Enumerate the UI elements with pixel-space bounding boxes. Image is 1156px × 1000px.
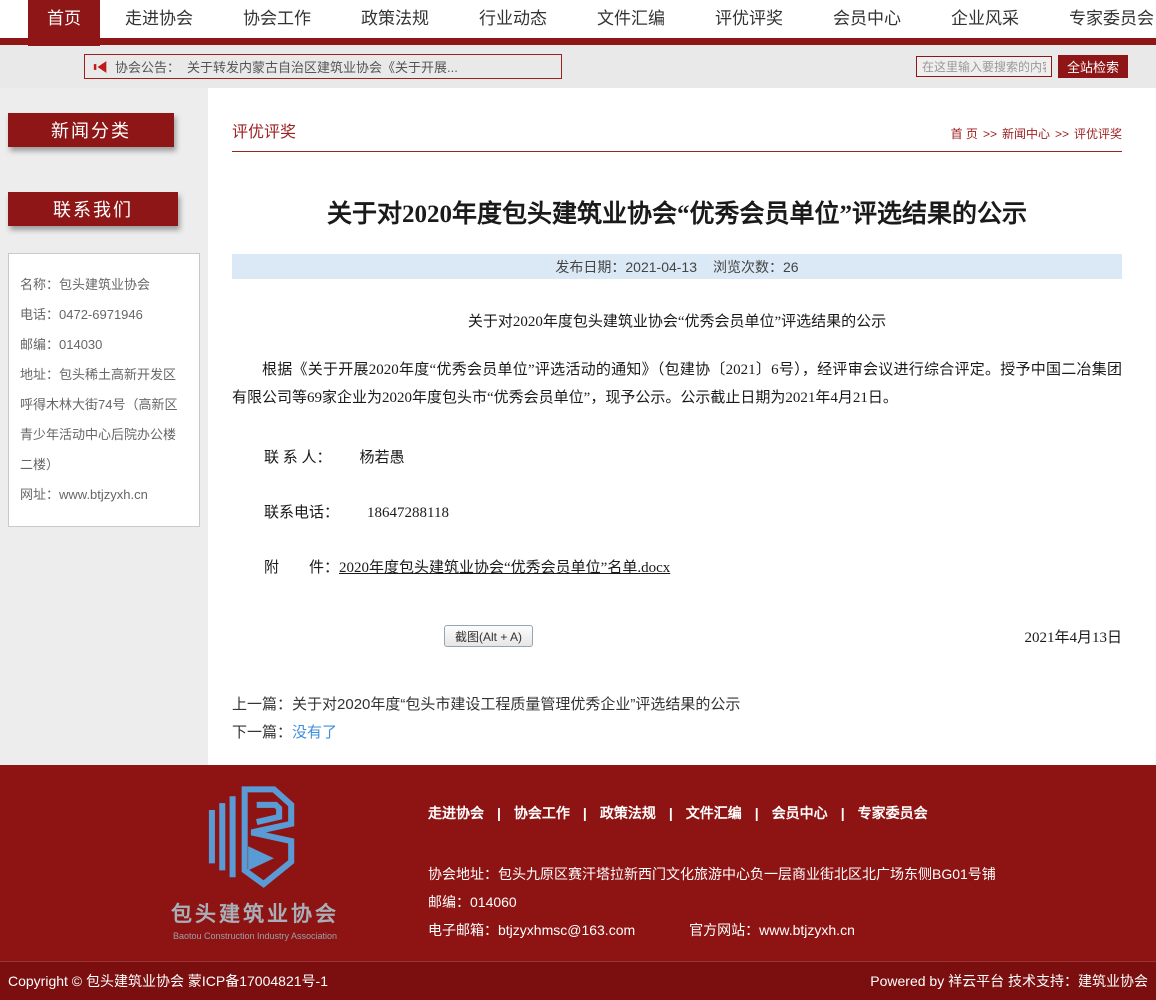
contact-person-name: 杨若愚 [360,450,405,466]
nav-item-industry-news[interactable]: 行业动态 [454,0,572,38]
powered-by-text: Powered by 祥云平台 技术支持：建筑业协会 [870,971,1148,991]
footer-link-policies[interactable]: 政策法规 [600,803,656,823]
footer-email[interactable]: btjzyxhmsc@163.com [498,922,635,938]
announcement-bar: 协会公告： 关于转发内蒙古自治区建筑业协会《关于开展... 全站检索 [0,45,1156,88]
nav-item-about-association[interactable]: 走进协会 [100,0,218,38]
copyright-bar: Copyright © 包头建筑业协会 蒙ICP备17004821号-1 Pow… [0,961,1156,1000]
site-search-button[interactable]: 全站检索 [1058,55,1128,78]
section-title: 评优评奖 [232,118,296,142]
association-logo-icon [199,779,311,896]
nav-red-strip [0,38,1156,45]
prev-article-link[interactable]: 关于对2020年度“包头市建设工程质量管理优秀企业”评选结果的公示 [292,696,740,713]
search-area: 全站检索 [916,55,1128,78]
footer-logo-subtitle: Baotou Construction Industry Association [140,931,370,941]
next-article-line: 下一篇：没有了 [232,719,1122,747]
nav-item-awards[interactable]: 评优评奖 [690,0,808,38]
footer-link-separator: | [669,805,673,821]
breadcrumb-news-center[interactable]: 新闻中心 [1002,125,1050,142]
sidebar: 新闻分类 联系我们 名称：包头建筑业协会 电话：0472-6971946 邮编：… [0,88,208,765]
nav-item-document-compilation[interactable]: 文件汇编 [572,0,690,38]
contact-phone-line: 联系电话： 18647288118 [232,501,1122,522]
announcement-box[interactable]: 协会公告： 关于转发内蒙古自治区建筑业协会《关于开展... [84,54,562,79]
announcement-text[interactable]: 关于转发内蒙古自治区建筑业协会《关于开展... [187,57,458,76]
prev-article-line: 上一篇：关于对2020年度“包头市建设工程质量管理优秀企业”评选结果的公示 [232,691,1122,719]
next-article-label: 下一篇： [232,724,292,741]
contact-info-address: 地址：包头稀土高新开发区呼得木林大街74号（高新区青少年活动中心后院办公楼二楼） [20,360,188,480]
contact-phone-label: 联系电话： [264,505,339,521]
footer-website[interactable]: www.btjzyxh.cn [759,922,855,938]
footer-link-association-work[interactable]: 协会工作 [514,803,570,823]
sidebar-news-category-header[interactable]: 新闻分类 [8,113,174,147]
top-navigation: 首页 走进协会 协会工作 政策法规 行业动态 文件汇编 评优评奖 会员中心 企业… [0,0,1156,38]
footer-link-expert-committee[interactable]: 专家委员会 [858,803,928,823]
attachment-line: 附 件：2020年度包头建筑业协会“优秀会员单位”名单.docx [232,556,1122,577]
prev-article-label: 上一篇： [232,696,292,713]
speaker-icon [93,60,108,74]
footer-logo-block: 包头建筑业协会 Baotou Construction Industry Ass… [140,779,370,943]
contact-info-postcode: 邮编：014030 [20,330,188,360]
breadcrumb-home[interactable]: 首 页 [951,125,978,142]
nav-item-member-center[interactable]: 会员中心 [808,0,926,38]
section-header: 评优评奖 首 页 >> 新闻中心 >> 评优评奖 [232,118,1122,152]
article-paragraph: 根据《关于开展2020年度“优秀会员单位”评选活动的通知》（包建协〔2021〕6… [232,356,1122,412]
sidebar-contact-us-header[interactable]: 联系我们 [8,192,178,226]
article-body: 关于对2020年度包头建筑业协会“优秀会员单位”评选结果的公示 根据《关于开展2… [232,310,1122,765]
article-title: 关于对2020年度包头建筑业协会“优秀会员单位”评选结果的公示 [232,194,1122,230]
footer-address: 协会地址：包头九原区赛汗塔拉新西门文化旅游中心负一层商业街北区北广场东侧BG01… [428,861,996,887]
footer-link-separator: | [755,805,759,821]
contact-person-label: 联 系 人： [264,450,332,466]
contact-phone-number: 18647288118 [367,505,449,521]
contact-info-phone: 电话：0472-6971946 [20,300,188,330]
view-count: 浏览次数：26 [713,257,799,277]
nav-item-expert-committee[interactable]: 专家委员会 [1044,0,1156,38]
main-layout: 新闻分类 联系我们 名称：包头建筑业协会 电话：0472-6971946 邮编：… [0,88,1156,765]
footer-link-about-association[interactable]: 走进协会 [428,803,484,823]
attachment-label: 附 件： [264,560,339,576]
footer-website-label: 官方网站： [689,922,759,938]
screenshot-row: 截图(Alt + A) 2021年4月13日 [232,625,1122,647]
publish-date: 发布日期：2021-04-13 [555,257,697,277]
contact-info-name: 名称：包头建筑业协会 [20,270,188,300]
footer-email-line: 电子邮箱：btjzyxhmsc@163.com 官方网站：www.btjzyxh.… [428,917,996,943]
search-input[interactable] [916,56,1052,77]
breadcrumb: 首 页 >> 新闻中心 >> 评优评奖 [951,125,1122,142]
contact-person-line: 联 系 人： 杨若愚 [232,446,1122,467]
nav-item-enterprise-showcase[interactable]: 企业风采 [926,0,1044,38]
prev-next-navigation: 上一篇：关于对2020年度“包头市建设工程质量管理优秀企业”评选结果的公示 下一… [232,691,1122,765]
article-subtitle: 关于对2020年度包头建筑业协会“优秀会员单位”评选结果的公示 [232,310,1122,331]
screenshot-button[interactable]: 截图(Alt + A) [444,625,533,647]
footer-link-document-compilation[interactable]: 文件汇编 [686,803,742,823]
breadcrumb-awards[interactable]: 评优评奖 [1074,125,1122,142]
content-area: 评优评奖 首 页 >> 新闻中心 >> 评优评奖 关于对2020年度包头建筑业协… [208,88,1156,765]
nav-item-policies[interactable]: 政策法规 [336,0,454,38]
footer: 包头建筑业协会 Baotou Construction Industry Ass… [0,765,1156,961]
footer-postcode: 邮编：014060 [428,889,996,915]
footer-link-separator: | [497,805,501,821]
nav-item-home[interactable]: 首页 [28,0,100,46]
breadcrumb-separator: >> [983,127,997,141]
article-sign-date: 2021年4月13日 [1024,626,1122,647]
copyright-text: Copyright © 包头建筑业协会 蒙ICP备17004821号-1 [8,971,328,991]
article-meta-bar: 发布日期：2021-04-13 浏览次数：26 [232,254,1122,279]
footer-info: 走进协会 | 协会工作 | 政策法规 | 文件汇编 | 会员中心 | 专家委员会… [428,779,996,943]
footer-links: 走进协会 | 协会工作 | 政策法规 | 文件汇编 | 会员中心 | 专家委员会 [428,803,996,823]
announcement-label: 协会公告： [115,57,180,76]
footer-link-member-center[interactable]: 会员中心 [772,803,828,823]
footer-email-label: 电子邮箱： [428,922,498,938]
attachment-link[interactable]: 2020年度包头建筑业协会“优秀会员单位”名单.docx [339,560,670,576]
contact-info-website: 网址：www.btjzyxh.cn [20,480,188,510]
footer-link-separator: | [583,805,587,821]
sidebar-contact-info-box: 名称：包头建筑业协会 电话：0472-6971946 邮编：014030 地址：… [8,253,200,527]
footer-logo-title: 包头建筑业协会 [140,898,370,928]
breadcrumb-separator: >> [1055,127,1069,141]
footer-link-separator: | [841,805,845,821]
nav-item-association-work[interactable]: 协会工作 [218,0,336,38]
next-article-none: 没有了 [292,724,337,741]
page: 首页 走进协会 协会工作 政策法规 行业动态 文件汇编 评优评奖 会员中心 企业… [0,0,1156,1000]
